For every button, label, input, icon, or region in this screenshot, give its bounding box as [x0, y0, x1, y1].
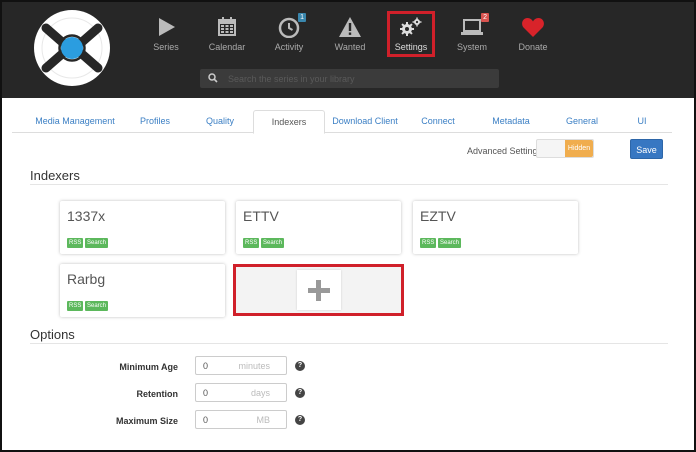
retention-value: 0 [203, 388, 209, 398]
top-navbar: Series Calendar 1 Activity Wanted Settin… [2, 2, 694, 98]
indexers-divider [30, 184, 668, 185]
settings-content: Media Management Profiles Quality Indexe… [2, 98, 694, 450]
indexer-card-1337x[interactable]: 1337x RSS Search [60, 201, 225, 254]
tab-profiles[interactable]: Profiles [130, 110, 180, 133]
gears-icon [400, 17, 422, 36]
maximum-size-value: 0 [203, 415, 209, 425]
tab-download-client[interactable]: Download Client [330, 110, 400, 133]
minimum-age-label: Minimum Age [119, 362, 178, 372]
nav-wanted[interactable]: Wanted [320, 16, 380, 58]
indexer-name: ETTV [243, 208, 279, 224]
advanced-settings-state: Hidden [565, 140, 593, 157]
minimum-age-value: 0 [203, 361, 209, 371]
tab-media-management[interactable]: Media Management [30, 110, 120, 133]
indexer-name: EZTV [420, 208, 456, 224]
maximum-size-label: Maximum Size [115, 416, 178, 426]
search-tag: Search [261, 238, 285, 248]
tab-indexers[interactable]: Indexers [253, 110, 325, 134]
rss-tag: RSS [67, 301, 84, 311]
search-input[interactable] [228, 71, 488, 86]
series-search [200, 69, 499, 88]
nav-series-label: Series [153, 42, 179, 52]
retention-label: Retention [136, 389, 179, 399]
nav-system-label: System [456, 42, 487, 52]
tab-connect[interactable]: Connect [416, 110, 460, 133]
activity-badge: 1 [298, 13, 306, 22]
indexer-card-eztv[interactable]: EZTV RSS Search [413, 201, 578, 254]
nav-calendar-label: Calendar [208, 42, 246, 52]
activity-icon-wrap: 1 [277, 13, 306, 39]
help-icon[interactable]: ? [295, 361, 305, 371]
tab-general[interactable]: General [560, 110, 604, 133]
retention-unit: days [250, 388, 270, 398]
search-tag: Search [438, 238, 462, 248]
search-icon [208, 73, 218, 83]
add-indexer-button[interactable] [233, 264, 404, 316]
rss-tag: RSS [420, 238, 437, 248]
maximum-size-input[interactable]: 0 MB [195, 410, 287, 429]
options-divider [30, 343, 668, 344]
plus-icon-vertical [316, 280, 321, 301]
add-indexer-tile[interactable] [297, 270, 341, 310]
warning-icon [339, 17, 361, 37]
tab-quality[interactable]: Quality [198, 110, 242, 133]
rss-tag: RSS [243, 238, 260, 248]
settings-tabs: Media Management Profiles Quality Indexe… [12, 110, 672, 134]
advanced-settings-label: Advanced Settings [467, 146, 543, 156]
system-icon-wrap: 2 [460, 13, 489, 38]
search-tag: Search [85, 301, 109, 311]
nav-donate[interactable]: Donate [503, 16, 563, 58]
nav-calendar[interactable]: Calendar [197, 16, 257, 58]
help-icon[interactable]: ? [295, 415, 305, 425]
play-icon [159, 18, 175, 36]
search-tag: Search [85, 238, 109, 248]
rss-tag: RSS [67, 238, 84, 248]
nav-wanted-label: Wanted [334, 42, 366, 52]
nav-activity-label: Activity [274, 42, 304, 52]
nav-settings-label: Settings [394, 42, 428, 52]
nav-series[interactable]: Series [136, 16, 196, 58]
nav-donate-label: Donate [518, 42, 548, 52]
nav-settings[interactable]: Settings [387, 11, 435, 57]
indexer-name: 1337x [67, 208, 106, 224]
options-title: Options [30, 327, 75, 342]
heart-icon [522, 18, 544, 37]
tab-metadata[interactable]: Metadata [486, 110, 536, 133]
maximum-size-unit: MB [256, 415, 271, 425]
minimum-age-input[interactable]: 0 minutes [195, 356, 287, 375]
nav-system[interactable]: 2 System [442, 13, 502, 58]
minimum-age-unit: minutes [238, 361, 270, 371]
indexers-title: Indexers [30, 168, 80, 183]
indexer-name: Rarbg [67, 271, 106, 287]
retention-input[interactable]: 0 days [195, 383, 287, 402]
help-icon[interactable]: ? [295, 388, 305, 398]
advanced-settings-toggle[interactable]: Hidden [536, 139, 594, 158]
nav-activity[interactable]: 1 Activity [259, 13, 319, 58]
indexer-card-rarbg[interactable]: Rarbg RSS Search [60, 264, 225, 317]
sonarr-logo-icon[interactable] [32, 8, 112, 88]
save-button[interactable]: Save [630, 139, 663, 159]
indexer-card-ettv[interactable]: ETTV RSS Search [236, 201, 401, 254]
tab-ui[interactable]: UI [630, 110, 654, 133]
system-badge: 2 [481, 13, 489, 22]
calendar-icon [218, 17, 236, 36]
